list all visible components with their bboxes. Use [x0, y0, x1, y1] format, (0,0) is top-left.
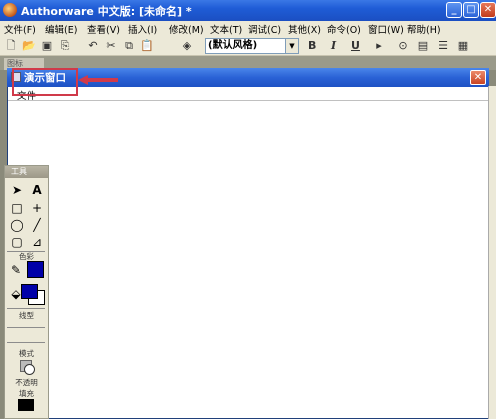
- chevron-down-icon[interactable]: ▼: [285, 39, 298, 53]
- right-scroll-edge: [488, 86, 496, 419]
- functions-icon[interactable]: ▤: [416, 39, 430, 53]
- menu-insert[interactable]: 插入(I): [128, 22, 157, 36]
- underline-button[interactable]: U: [351, 39, 360, 52]
- save-all-icon[interactable]: ▣: [40, 39, 54, 53]
- bold-button[interactable]: B: [308, 39, 316, 52]
- tools-palette-title: 工具: [5, 166, 48, 178]
- minimize-button[interactable]: _: [446, 2, 462, 18]
- knowledge-object-icon[interactable]: ▦: [456, 39, 470, 53]
- menu-window[interactable]: 窗口(W): [368, 22, 404, 36]
- style-select[interactable]: (默认风格) ▼: [205, 38, 299, 54]
- menu-bar: 文件(F) 编辑(E) 查看(V) 插入(I) 修改(M) 文本(T) 调试(C…: [0, 21, 496, 36]
- presentation-menu-bar: [8, 87, 488, 101]
- rectangle-tool-icon[interactable]: □: [8, 200, 26, 216]
- annotation-arrow-icon: [78, 75, 118, 85]
- line-color-icon[interactable]: ✎: [7, 262, 25, 278]
- control-panel-icon[interactable]: ⊙: [396, 39, 410, 53]
- line-style-option[interactable]: [7, 342, 45, 343]
- cut-icon[interactable]: ✂: [104, 39, 118, 53]
- mode-opaque-label: 不透明: [15, 378, 38, 387]
- close-button[interactable]: ✕: [480, 2, 496, 18]
- fill-label: 填充: [19, 389, 34, 398]
- polygon-tool-icon[interactable]: ⊿: [28, 234, 46, 250]
- pointer-tool-icon[interactable]: ➤: [8, 182, 26, 198]
- mode-label: 模式: [19, 349, 34, 358]
- crosshair-tool-icon[interactable]: +: [28, 200, 46, 216]
- menu-modify[interactable]: 修改(M): [169, 22, 204, 36]
- line-color-swatch[interactable]: [27, 261, 44, 278]
- new-file-icon[interactable]: 🗋: [4, 39, 18, 53]
- toolbar: 🗋 📂 ▣ ⎘ ↶ ✂ ⧉ 📋 ◈ (默认风格) ▼ B I U ▸ ⊙ ▤ ☰…: [0, 36, 496, 56]
- palette-divider: [7, 308, 45, 309]
- import-icon[interactable]: ⎘: [58, 39, 72, 53]
- menu-help[interactable]: 帮助(H): [407, 22, 441, 36]
- paste-icon[interactable]: 📋: [140, 39, 154, 53]
- find-icon[interactable]: ◈: [180, 39, 194, 53]
- open-folder-icon[interactable]: 📂: [22, 39, 36, 53]
- menu-view[interactable]: 查看(V): [87, 22, 120, 36]
- menu-other[interactable]: 其他(X): [288, 22, 321, 36]
- menu-command[interactable]: 命令(O): [327, 22, 361, 36]
- fill-pattern-swatch[interactable]: [18, 399, 34, 411]
- undo-icon[interactable]: ↶: [86, 39, 100, 53]
- presentation-close-button[interactable]: ✕: [470, 70, 486, 85]
- menu-text[interactable]: 文本(T): [210, 22, 242, 36]
- style-select-value: (默认风格): [208, 40, 258, 51]
- copy-icon[interactable]: ⧉: [122, 39, 136, 53]
- variables-icon[interactable]: ☰: [436, 39, 450, 53]
- app-title: Authorware 中文版: [未命名] *: [21, 5, 192, 18]
- authorware-logo-icon: [3, 3, 17, 17]
- rounded-rect-tool-icon[interactable]: ▢: [8, 234, 26, 250]
- line-style-option[interactable]: [7, 327, 45, 328]
- italic-button[interactable]: I: [331, 39, 336, 52]
- maximize-button[interactable]: □: [463, 2, 479, 18]
- play-icon[interactable]: ▸: [372, 39, 386, 53]
- menu-debug[interactable]: 调试(C): [248, 22, 281, 36]
- text-tool-icon[interactable]: A: [28, 182, 46, 198]
- ellipse-tool-icon[interactable]: ◯: [8, 217, 26, 233]
- line-tool-icon[interactable]: ╱: [28, 217, 46, 233]
- foreground-color-swatch[interactable]: [21, 284, 38, 299]
- menu-edit[interactable]: 编辑(E): [45, 22, 77, 36]
- line-style-label: 线型: [19, 311, 34, 320]
- highlight-box: [12, 68, 78, 96]
- mode-circle-icon[interactable]: [24, 364, 35, 375]
- menu-file[interactable]: 文件(F): [4, 22, 36, 36]
- presentation-window[interactable]: [7, 68, 489, 419]
